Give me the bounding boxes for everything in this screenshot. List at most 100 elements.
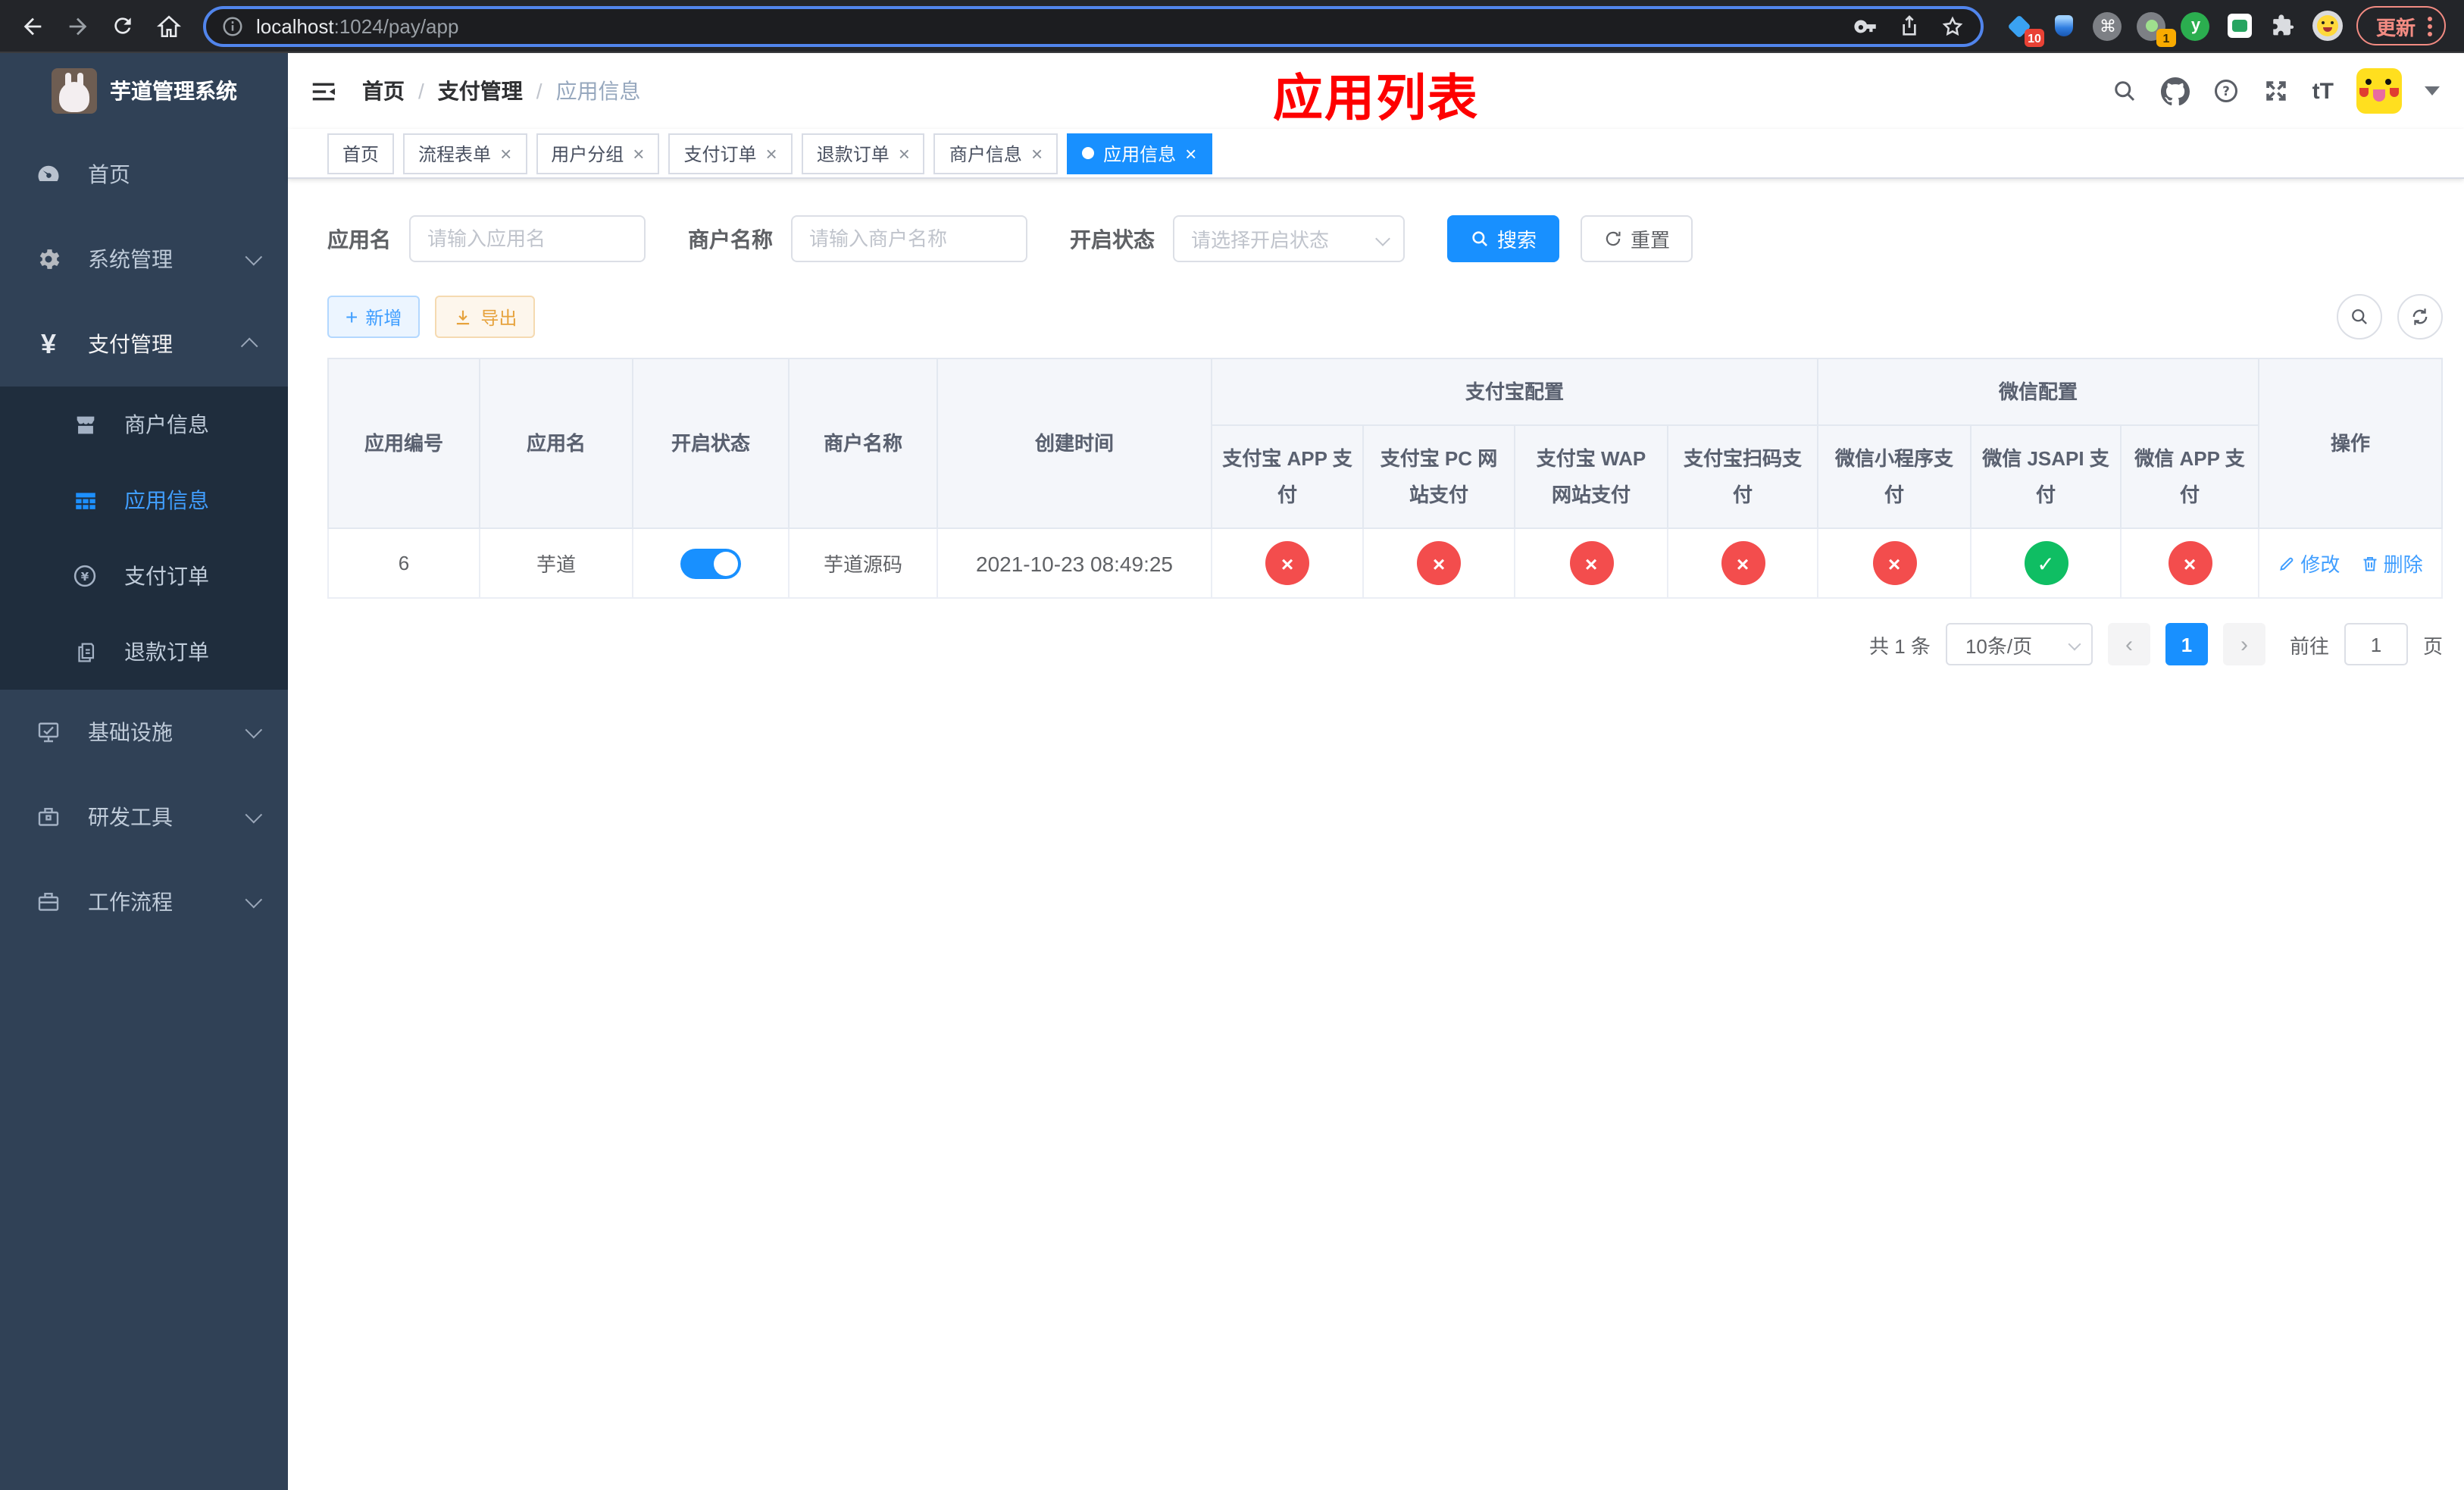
document-copy-icon (67, 639, 103, 665)
tab-pay-orders[interactable]: 支付订单 × (668, 133, 793, 174)
cell-app-name: 芋道 (479, 527, 633, 599)
header-actions: ? tT (2111, 68, 2440, 114)
close-icon[interactable]: × (1031, 143, 1043, 163)
browser-toolbar: localhost:1024/pay/app 10 ⌘ 1 y 更新 (0, 0, 2464, 53)
tab-label: 用户分组 (551, 143, 624, 164)
svg-text:?: ? (2222, 84, 2230, 99)
tab-process-form[interactable]: 流程表单 × (403, 133, 527, 174)
tab-app-info[interactable]: 应用信息 × (1067, 133, 1212, 174)
cell-status (632, 527, 790, 599)
tab-label: 流程表单 (418, 143, 492, 164)
close-icon[interactable]: × (633, 143, 644, 163)
chrome-update-button[interactable]: 更新 (2356, 6, 2446, 45)
status-extension-icon[interactable]: 1 (2137, 11, 2176, 47)
briefcase-icon (30, 888, 67, 916)
toggle-search-button[interactable] (2337, 294, 2382, 340)
share-icon[interactable] (1897, 14, 1921, 38)
refresh-button[interactable] (103, 6, 142, 45)
avatar-caret-icon[interactable] (2425, 86, 2440, 95)
close-icon[interactable]: × (1185, 143, 1196, 163)
sidebar-item-merchant-info[interactable]: 商户信息 (0, 387, 288, 462)
wechat-app-status-icon: × (2168, 541, 2212, 586)
sidebar-item-label: 支付订单 (124, 564, 209, 588)
breadcrumb-home[interactable]: 首页 (362, 76, 405, 106)
delete-link[interactable]: 删除 (2361, 549, 2423, 578)
tab-refund-orders[interactable]: 退款订单 × (801, 133, 925, 174)
sidebar-item-app-info[interactable]: 应用信息 (0, 462, 288, 538)
app-title: 芋道管理系统 (110, 79, 237, 103)
sidebar-item-workflow[interactable]: 工作流程 (0, 859, 288, 944)
github-icon[interactable] (2160, 77, 2190, 105)
cell-created: 2021-10-23 08:49:25 (937, 527, 1212, 599)
back-button[interactable] (12, 6, 52, 45)
goto-page-input[interactable] (2344, 623, 2408, 666)
tab-user-group[interactable]: 用户分组 × (536, 133, 660, 174)
sidebar-item-system[interactable]: 系统管理 (0, 217, 288, 302)
extensions-puzzle-button[interactable] (2269, 11, 2299, 41)
sidebar-item-payment[interactable]: ¥ 支付管理 (0, 302, 288, 387)
header-search-button[interactable] (2111, 77, 2138, 105)
password-key-icon[interactable] (1853, 13, 1879, 39)
fullscreen-icon[interactable] (2262, 77, 2290, 105)
col-header-actions: 操作 (2258, 357, 2443, 530)
sidebar-fold-icon[interactable] (309, 77, 338, 105)
emoji-face-icon (2316, 15, 2338, 36)
address-bar[interactable]: localhost:1024/pay/app (203, 5, 1984, 46)
refresh-icon (2412, 308, 2428, 325)
app-logo-row[interactable]: 芋道管理系统 (0, 53, 288, 129)
tab-label: 商户信息 (949, 143, 1022, 164)
y-extension-icon[interactable]: y (2181, 11, 2211, 41)
pagination: 共 1 条 10条/页 ‹ 1 › 前往 页 (327, 623, 2443, 696)
extensions-area: 10 ⌘ 1 y 更新 (1999, 6, 2452, 47)
export-button[interactable]: 导出 (435, 296, 536, 338)
sidebar-item-refund-orders[interactable]: 退款订单 (0, 614, 288, 690)
refresh-table-button[interactable] (2397, 294, 2443, 340)
col-header-app-id: 应用编号 (327, 357, 480, 530)
close-icon[interactable]: × (899, 143, 910, 163)
status-toggle[interactable] (680, 548, 741, 579)
chat-square-icon (2227, 14, 2252, 38)
sidebar-item-label: 支付管理 (88, 332, 173, 356)
wechat-mini-status-icon: × (1872, 541, 1917, 586)
breadcrumb-payment[interactable]: 支付管理 (438, 76, 523, 106)
status-select[interactable]: 请选择开启状态 (1173, 215, 1405, 262)
sidebar-item-label: 工作流程 (88, 890, 173, 914)
edit-link[interactable]: 修改 (2278, 549, 2340, 578)
sidebar-item-infrastructure[interactable]: 基础设施 (0, 690, 288, 775)
app-name-input[interactable] (409, 215, 646, 262)
current-page-button[interactable]: 1 (2165, 623, 2208, 666)
col-header-alipay-qr: 支付宝扫码支付 (1666, 424, 1819, 530)
close-icon[interactable]: × (500, 143, 511, 163)
tab-home[interactable]: 首页 (327, 133, 395, 174)
close-icon[interactable]: × (766, 143, 777, 163)
font-size-icon[interactable]: tT (2312, 78, 2334, 104)
search-button[interactable]: 搜索 (1447, 215, 1560, 262)
reset-button[interactable]: 重置 (1581, 215, 1693, 262)
url-text: localhost:1024/pay/app (256, 14, 459, 37)
home-button[interactable] (149, 6, 188, 45)
browser-menu-kebab-icon[interactable] (2428, 16, 2432, 36)
page-size-select[interactable]: 10条/页 (1945, 623, 2093, 666)
yen-icon: ¥ (40, 329, 56, 359)
col-header-wx-jsapi: 微信 JSAPI 支付 (1970, 424, 2122, 530)
user-avatar[interactable] (2356, 68, 2402, 114)
cell-alipay-qr: × (1666, 527, 1819, 599)
sidebar-item-pay-orders[interactable]: ¥ 支付订单 (0, 538, 288, 614)
site-info-icon[interactable] (221, 14, 244, 37)
browser-profile-avatar[interactable] (2312, 11, 2343, 41)
alipay-app-status-icon: × (1265, 541, 1309, 586)
add-button[interactable]: + 新增 (327, 296, 421, 338)
pinned-extension-icon[interactable]: 10 (2005, 11, 2044, 47)
bookmark-star-icon[interactable] (1940, 13, 1965, 39)
next-page-button[interactable]: › (2222, 623, 2265, 666)
tab-merchant-info[interactable]: 商户信息 × (933, 133, 1058, 174)
help-icon[interactable]: ? (2212, 77, 2240, 105)
prev-page-button[interactable]: ‹ (2107, 623, 2150, 666)
chat-extension-icon[interactable] (2225, 11, 2255, 41)
merchant-name-input[interactable] (791, 215, 1027, 262)
sidebar-item-home[interactable]: 首页 (0, 132, 288, 217)
command-extension-icon[interactable]: ⌘ (2093, 11, 2123, 41)
gem-extension-icon[interactable] (2049, 11, 2079, 41)
forward-button[interactable] (58, 6, 97, 45)
sidebar-item-dev-tools[interactable]: 研发工具 (0, 775, 288, 859)
